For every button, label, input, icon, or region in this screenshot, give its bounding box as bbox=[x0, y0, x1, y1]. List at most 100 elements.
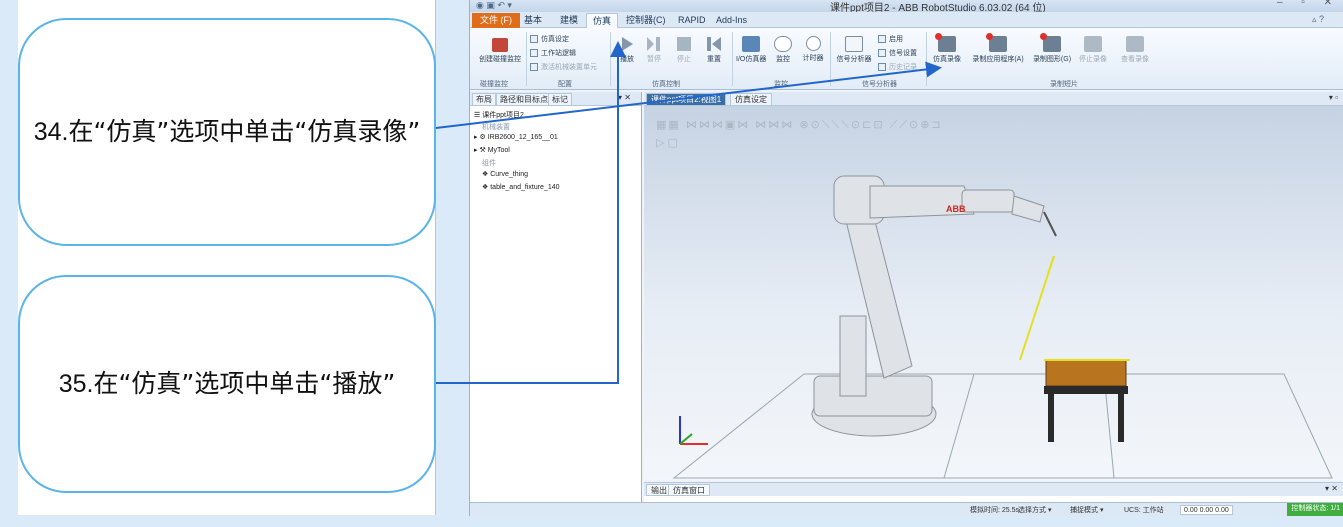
instruction-panel: 34.在“仿真”选项中单击“仿真录像” 35.在“仿真”选项中单击“播放” bbox=[18, 0, 436, 515]
signal-analyzer-button[interactable]: 信号分析器 bbox=[834, 36, 874, 64]
tree-section-parts: 组件 bbox=[482, 160, 496, 167]
robot-path bbox=[1019, 255, 1055, 361]
group-label-collision: 碰撞监控 bbox=[480, 81, 508, 88]
controller-status[interactable]: 控制器状态: 1/1 bbox=[1287, 503, 1343, 516]
activate-unit-button[interactable]: 激活机械装置单元 bbox=[530, 62, 597, 72]
monitor-button[interactable]: 监控 bbox=[772, 36, 794, 64]
record-graphic-icon bbox=[1040, 33, 1061, 52]
pause-button[interactable]: 暂停 bbox=[642, 36, 666, 64]
view-record-icon bbox=[1126, 36, 1144, 52]
file-menu[interactable]: 文件 (F) bbox=[472, 13, 520, 28]
sim-setup-icon bbox=[530, 35, 538, 44]
play-icon bbox=[618, 36, 636, 52]
tree-robot[interactable]: ▸ ⚙ IRB2600_12_165__01 bbox=[474, 133, 558, 141]
part-icon: ❖ bbox=[482, 171, 491, 178]
output-tabs: 输出 仿真窗口 ▾ ✕ bbox=[644, 482, 1343, 496]
stopwatch-icon bbox=[805, 36, 821, 51]
output-pane-controls[interactable]: ▾ ✕ bbox=[1325, 484, 1338, 493]
tab-paths-targets[interactable]: 路径和目标点 bbox=[496, 93, 552, 106]
station-logic-icon bbox=[530, 49, 538, 58]
group-label-config: 配置 bbox=[558, 81, 572, 88]
tab-simulation[interactable]: 仿真 bbox=[586, 13, 619, 28]
step-34-number: 34. bbox=[33, 118, 69, 146]
slide: 34.在“仿真”选项中单击“仿真录像” 35.在“仿真”选项中单击“播放” ◉ … bbox=[0, 0, 1343, 527]
coordinate-readout[interactable]: 0.00 0.00 0.00 bbox=[1180, 505, 1233, 515]
video-camera-icon bbox=[935, 33, 956, 52]
sim-setup-button[interactable]: 仿真设定 bbox=[530, 34, 569, 44]
sim-record-button[interactable]: 仿真录像 bbox=[930, 33, 964, 64]
tree-part-table[interactable]: ❖ table_and_fixture_140 bbox=[482, 183, 560, 191]
activate-unit-icon bbox=[530, 63, 538, 72]
coordinate-axes-icon bbox=[679, 416, 708, 445]
layout-browser: 布局 路径和目标点 标记 ▾ ✕ ☰ 课件ppt项目2 机械装置 ▸ ⚙ IRB… bbox=[470, 92, 642, 516]
tree-station[interactable]: ☰ 课件ppt项目2 bbox=[474, 110, 524, 120]
io-simulator-icon bbox=[742, 36, 760, 52]
robot-brand-label: ABB bbox=[946, 204, 966, 214]
tab-addins[interactable]: Add-Ins bbox=[710, 13, 753, 28]
stop-record-button[interactable]: 停止录像 bbox=[1078, 36, 1108, 64]
floor-grid bbox=[672, 373, 1333, 479]
3d-viewport[interactable]: ▦▦ ⋈⋈⋈▣⋈ ⋈⋈⋈ ⊗⊙⟍⟍⟍⊙⊏⊡ ⟋⟋⊙⊕⊐ ▷ ▢ ABB bbox=[644, 106, 1343, 480]
create-collision-monitor-button[interactable]: 创建碰撞监控 bbox=[476, 38, 524, 64]
view-record-button[interactable]: 查看录像 bbox=[1120, 36, 1150, 64]
io-simulator-button[interactable]: I/O仿真器 bbox=[736, 36, 766, 64]
enable-icon bbox=[878, 35, 886, 44]
tree-tool[interactable]: ▸ ⚒ MyTool bbox=[474, 146, 510, 154]
snap-mode-dropdown[interactable]: 捕捉模式 ▾ bbox=[1070, 505, 1103, 515]
pane-pin-icon[interactable]: ▾ ✕ bbox=[618, 93, 631, 102]
help-icon[interactable]: ▵ ? bbox=[1312, 14, 1324, 25]
group-separator bbox=[830, 32, 831, 86]
chart-icon bbox=[845, 36, 863, 52]
group-separator bbox=[610, 32, 611, 86]
tab-controller[interactable]: 控制器(C) bbox=[620, 13, 672, 28]
station-icon: ☰ bbox=[474, 112, 483, 119]
record-app-button[interactable]: 录制应用程序(A) bbox=[970, 33, 1026, 64]
window-controls[interactable]: – ▫ ✕ bbox=[1277, 0, 1340, 8]
tab-layout[interactable]: 布局 bbox=[472, 93, 496, 106]
history-icon bbox=[878, 63, 886, 72]
tool-icon: ▸ ⚒ bbox=[474, 147, 488, 154]
reset-button[interactable]: 重置 bbox=[702, 36, 726, 64]
stop-record-icon bbox=[1084, 36, 1102, 52]
station-logic-button[interactable]: 工作站逻辑 bbox=[530, 48, 576, 58]
robot-icon: ▸ ⚙ bbox=[474, 134, 488, 141]
table-and-fixture bbox=[1044, 359, 1130, 442]
tab-sim-window[interactable]: 仿真窗口 bbox=[668, 484, 710, 496]
ribbon: 创建碰撞监控 碰撞监控 仿真设定 工作站逻辑 激活机械装置单元 配置 播放 暂停… bbox=[470, 28, 1343, 90]
status-bar: 模拟时间: 25.5s 选择方式 ▾ 捕捉模式 ▾ UCS: 工作站 0.00 … bbox=[470, 502, 1343, 516]
tab-rapid[interactable]: RAPID bbox=[672, 13, 712, 28]
history-button[interactable]: 历史记录 bbox=[878, 62, 917, 72]
tree-part-curve[interactable]: ❖ Curve_thing bbox=[482, 170, 528, 178]
stop-button[interactable]: 停止 bbox=[672, 36, 696, 64]
collision-icon bbox=[492, 38, 508, 52]
record-app-icon bbox=[986, 33, 1007, 52]
quick-access-toolbar[interactable]: ◉ ▣ ↶ ▾ bbox=[476, 0, 512, 11]
reset-icon bbox=[705, 36, 723, 52]
enable-button[interactable]: 启用 bbox=[878, 34, 903, 44]
group-label-signal-analyzer: 信号分析器 bbox=[862, 81, 897, 88]
stop-icon bbox=[675, 36, 693, 52]
signal-settings-button[interactable]: 信号设置 bbox=[878, 48, 917, 58]
document-pane-controls[interactable]: ▾ ▫ bbox=[1329, 93, 1338, 102]
group-separator bbox=[526, 32, 527, 86]
tree-section-mechanisms: 机械装置 bbox=[482, 124, 510, 131]
play-button[interactable]: 播放 bbox=[616, 36, 638, 64]
tab-sim-setup[interactable]: 仿真设定 bbox=[730, 93, 772, 106]
selection-mode-dropdown[interactable]: 选择方式 ▾ bbox=[1018, 505, 1051, 515]
document-tabs: 课件ppt项目2:视图1 仿真设定 ▾ ▫ bbox=[644, 92, 1343, 106]
step-34-text: 在“仿真”选项中单击“仿真录像” bbox=[68, 117, 421, 146]
step-35-text: 在“仿真”选项中单击“播放” bbox=[93, 369, 396, 398]
timer-button[interactable]: 计时器 bbox=[800, 36, 826, 63]
ucs-label: UCS: 工作站 bbox=[1124, 507, 1164, 514]
ribbon-tabs: 文件 (F) 基本 建模 仿真 控制器(C) RAPID Add-Ins ▵ ? bbox=[470, 12, 1343, 28]
tab-view1[interactable]: 课件ppt项目2:视图1 bbox=[646, 93, 727, 106]
tab-home[interactable]: 基本 bbox=[518, 13, 548, 28]
tab-tags[interactable]: 标记 bbox=[548, 93, 572, 106]
tab-modeling[interactable]: 建模 bbox=[554, 13, 584, 28]
group-label-monitor: 监控 bbox=[774, 81, 788, 88]
robot-arm bbox=[811, 175, 1057, 437]
record-graphic-button[interactable]: 录制图形(G) bbox=[1030, 33, 1074, 64]
part-icon: ❖ bbox=[482, 184, 491, 191]
browser-tabs: 布局 路径和目标点 标记 ▾ ✕ bbox=[470, 92, 641, 106]
group-separator bbox=[732, 32, 733, 86]
